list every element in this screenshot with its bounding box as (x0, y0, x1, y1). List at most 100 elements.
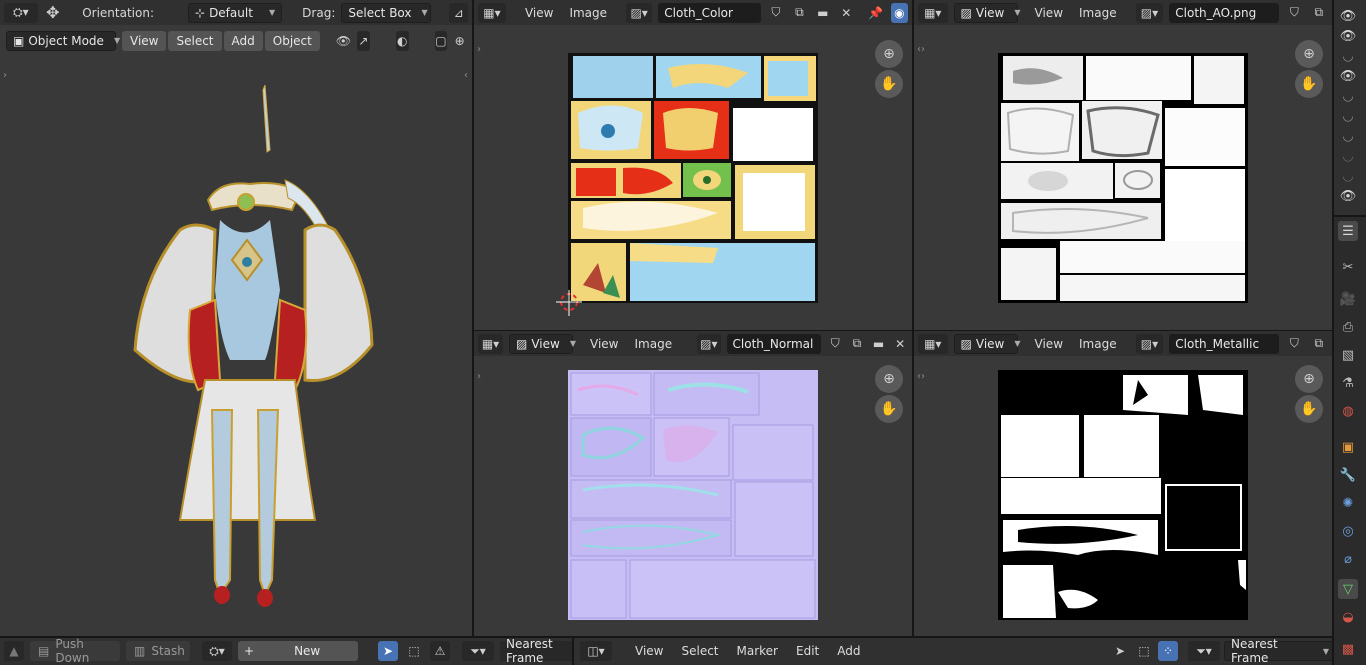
pin-icon[interactable]: 📌 (867, 3, 884, 23)
editor-type-icon[interactable]: ▦▾ (478, 2, 506, 23)
tool-icon[interactable]: ✂ (1338, 257, 1358, 277)
filter-icon[interactable]: ⏷▾ (462, 641, 494, 661)
new-image-icon[interactable]: ⧉ (1310, 334, 1328, 354)
pan-hand-icon[interactable]: ✋ (875, 70, 903, 98)
image-menu[interactable]: Image (630, 337, 678, 351)
scene-icon[interactable]: ⚗ (1338, 373, 1358, 393)
physics-icon[interactable]: ◎ (1338, 521, 1358, 541)
new-image-icon[interactable]: ⧉ (1310, 3, 1328, 23)
xray-icon[interactable]: ▢ (434, 30, 448, 51)
mode-dropdown[interactable]: ▣ Object Mode ▼ (6, 30, 120, 51)
material-icon[interactable]: ◒ (1338, 607, 1358, 627)
select-cursor-icon[interactable]: ➤ (378, 641, 398, 661)
visibility-eye-icon[interactable]: 👁 (336, 31, 351, 51)
image-menu[interactable]: Image (564, 6, 612, 20)
view-menu[interactable]: View (630, 644, 668, 658)
toolbar-expand-icon[interactable]: › (477, 371, 481, 382)
viewport-3d[interactable]: ⛭▾ ✥ Orientation: ⊹ Default ▼ Drag: Sele… (0, 0, 472, 636)
zoom-icon[interactable]: ⊕ (1295, 40, 1323, 68)
close-icon[interactable]: ✕ (838, 3, 855, 23)
image-editor-ao[interactable]: ▦▾ ▨ View ▼ View Image ▨▾ Cloth_AO.png ⛉… (914, 0, 1332, 330)
texture-icon[interactable]: ▩ (1338, 639, 1358, 659)
object-data-icon[interactable]: ▽ (1338, 579, 1358, 599)
texture-preview[interactable] (568, 53, 818, 303)
image-name-field[interactable]: Cloth_AO.png (1169, 2, 1280, 23)
new-image-icon[interactable]: ⧉ (791, 3, 808, 23)
zoom-icon[interactable]: ⊕ (875, 40, 903, 68)
texture-preview[interactable] (998, 370, 1248, 620)
filter-icon[interactable]: ⏷▾ (1188, 641, 1220, 661)
action-browse-icon[interactable]: ⛭▾ (202, 641, 232, 661)
marker-menu[interactable]: Marker (732, 644, 783, 658)
image-name-field[interactable]: Cloth_Normal (726, 333, 822, 354)
world-icon[interactable]: ◍ (1338, 401, 1358, 421)
interpolation-dropdown[interactable]: Nearest Frame ▼ (1224, 638, 1332, 665)
add-menu[interactable]: Add (223, 30, 263, 51)
collapse-up-icon[interactable]: ▲ (4, 641, 24, 661)
warning-icon[interactable]: ⚠ (430, 641, 450, 661)
image-browse-icon[interactable]: ▨▾ (626, 2, 653, 23)
zoom-icon[interactable]: ⊕ (875, 365, 903, 393)
image-editor-color[interactable]: ▦▾ View Image ▨▾ Cloth_Color ⛉ ⧉ ▬ ✕ 📌 ◉… (474, 0, 912, 330)
editor-type-icon[interactable]: ▦▾ (918, 333, 948, 354)
constraints-icon[interactable]: ⌀ (1338, 549, 1358, 569)
image-browse-icon[interactable]: ▨▾ (697, 333, 721, 354)
texture-preview[interactable] (568, 370, 818, 620)
view-menu[interactable]: View (122, 30, 167, 51)
zoom-icon[interactable]: ⊕ (1295, 365, 1323, 393)
texture-preview[interactable] (998, 53, 1248, 303)
toolbar-expand-icon[interactable]: › (3, 70, 7, 81)
snap-icon[interactable]: ⊿ (449, 2, 468, 23)
snap-grid-icon[interactable]: ⁘ (1158, 641, 1178, 661)
image-editor-normal[interactable]: ▦▾ ▨ View ▼ View Image ▨▾ Cloth_Normal ⛉… (474, 331, 912, 636)
properties-tabs[interactable]: ☰ ✂ 🎥 ⎙ ▧ ⚗ ◍ ▣ 🔧 ✺ ◎ ⌀ ▽ ◒ ▩ (1334, 217, 1366, 665)
open-folder-icon[interactable]: ▬ (871, 334, 887, 354)
eye-closed-icon[interactable]: ◡ (1338, 106, 1358, 126)
eye-icon[interactable]: 👁 (1338, 26, 1358, 46)
outliner-strip[interactable]: 👁 👁 ◡ 👁 ◡ ◡ ◡ ◡ ◡ 👁 (1334, 0, 1366, 215)
toolbar-expand-icon[interactable]: ‹› (917, 44, 925, 55)
drag-dropdown[interactable]: Select Box ▼ (341, 2, 432, 23)
editor-type-icon[interactable]: ☰ (1338, 221, 1358, 241)
image-name-field[interactable]: Cloth_Color (658, 2, 762, 23)
render-slot-icon[interactable]: ◉ (890, 2, 909, 23)
object-menu[interactable]: Object (264, 30, 320, 51)
eye-closed-icon[interactable]: ◡ (1338, 166, 1358, 186)
render-icon[interactable]: 🎥 (1338, 289, 1358, 309)
add-menu[interactable]: Add (832, 644, 865, 658)
output-icon[interactable]: ⎙ (1338, 317, 1358, 337)
eye-closed-icon[interactable]: ◡ (1338, 86, 1358, 106)
view-menu[interactable]: View (1030, 337, 1068, 351)
view-menu[interactable]: View (585, 337, 623, 351)
edit-menu[interactable]: Edit (791, 644, 824, 658)
select-cursor-icon[interactable]: ➤ (1110, 641, 1130, 661)
box-select-icon[interactable]: ⬚ (1134, 641, 1154, 661)
pan-hand-icon[interactable]: ✋ (1295, 70, 1323, 98)
fake-user-shield-icon[interactable]: ⛉ (767, 3, 784, 23)
particles-icon[interactable]: ✺ (1338, 493, 1358, 513)
editor-type-icon[interactable]: ▦▾ (478, 333, 504, 354)
editor-type-icon[interactable]: ◫▾ (580, 641, 612, 661)
image-editor-metallic[interactable]: ▦▾ ▨ View ▼ View Image ▨▾ Cloth_Metallic… (914, 331, 1332, 636)
eye-icon[interactable]: 👁 (1338, 66, 1358, 86)
overlay-icon[interactable]: ◐ (395, 30, 409, 51)
fake-user-shield-icon[interactable]: ⛉ (1285, 3, 1303, 23)
editor-type-icon[interactable]: ⛭▾ (4, 2, 38, 23)
view-mode-dropdown[interactable]: ▨ View ▼ (509, 333, 576, 354)
interpolation-dropdown[interactable]: Nearest Frame (500, 638, 572, 665)
view-mode-dropdown[interactable]: ▨ View ▼ (953, 2, 1021, 23)
shading-sphere-icon[interactable]: ⊕ (453, 31, 466, 51)
modifier-wrench-icon[interactable]: 🔧 (1338, 465, 1358, 485)
image-menu[interactable]: Image (1074, 337, 1122, 351)
eye-icon[interactable]: 👁 (1338, 6, 1358, 26)
view-layer-icon[interactable]: ▧ (1338, 345, 1358, 365)
gizmo-toggle-icon[interactable]: ↗ (357, 30, 370, 51)
close-icon[interactable]: ✕ (892, 334, 908, 354)
eye-closed-icon[interactable]: ◡ (1338, 46, 1358, 66)
new-image-icon[interactable]: ⧉ (849, 334, 865, 354)
image-name-field[interactable]: Cloth_Metallic (1169, 333, 1280, 354)
pan-hand-icon[interactable]: ✋ (875, 395, 903, 423)
orientation-dropdown[interactable]: ⊹ Default ▼ (188, 2, 283, 23)
push-down-button[interactable]: ▤ Push Down (30, 638, 120, 665)
editor-type-icon[interactable]: ▦▾ (918, 2, 948, 23)
